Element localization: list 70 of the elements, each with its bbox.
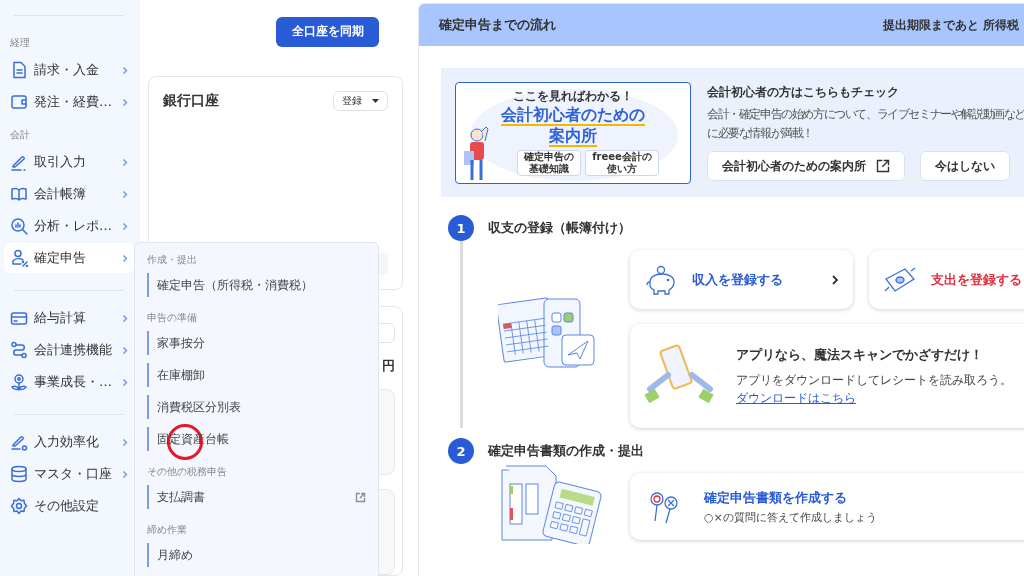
guide-banner-art[interactable]: ここを見ればわかる！ 会計初心者のための 案内所 確定申告の 基礎知識 freee会計の 使い方: [455, 82, 691, 184]
caret-down-icon: [372, 98, 379, 103]
register-dropdown[interactable]: 登録: [333, 90, 388, 111]
banner-description: 会計・確定申告の始め方について、ライブセミナーや解説動画など に必要な情報が満載！: [707, 106, 1024, 142]
sidebar-item[interactable]: 入力効率化: [4, 427, 134, 457]
step-number: 2: [448, 438, 474, 464]
sidebar-item[interactable]: マスタ・口座: [4, 459, 134, 489]
database-icon: [10, 465, 28, 483]
topic-chip: freee会計の 使い方: [585, 150, 659, 176]
unit-label: 円: [382, 357, 395, 375]
sidebar-item[interactable]: 確定申告: [4, 243, 134, 273]
tagline: ここを見ればわかる！: [513, 88, 633, 105]
section-label: 会計: [9, 128, 30, 142]
pins-icon: [648, 489, 680, 524]
group-label: 締め作業: [147, 523, 187, 537]
group-label: 申告の準備: [147, 311, 197, 325]
sync-button[interactable]: 全口座を同期: [276, 17, 379, 47]
action-card[interactable]: 支出を登録する: [869, 250, 1024, 309]
banner-title: 案内所: [549, 126, 597, 147]
dismiss-button[interactable]: 今はしない: [920, 151, 1010, 181]
download-link[interactable]: ダウンロードはこちら: [736, 389, 856, 407]
person-percent-icon: [10, 249, 28, 267]
topic-chip: 確定申告の 基礎知識: [517, 150, 582, 176]
piggy-bank-icon: [644, 264, 678, 295]
sidebar-item[interactable]: その他設定: [4, 491, 134, 521]
submenu-item[interactable]: 支払調書: [147, 485, 366, 509]
task-description: ○×の質問に答えて作成しましょう: [704, 509, 877, 525]
step-number: 1: [448, 215, 474, 241]
action-label: 収入を登録する: [692, 270, 784, 289]
submenu-item[interactable]: 確定申告（所得税・消費税）: [147, 273, 366, 297]
card-title: 銀行口座: [163, 91, 219, 110]
pen-icon: [10, 153, 28, 171]
panel-title: 確定申告までの流れ: [439, 16, 556, 34]
step-title: 収支の登録（帳簿付け）: [488, 219, 631, 237]
settings-icon: [10, 497, 28, 515]
section-label: 経理: [9, 36, 30, 50]
submenu-item[interactable]: 月締め: [147, 543, 366, 567]
book-icon: [10, 185, 28, 203]
analytics-search-icon: [10, 217, 28, 235]
sidebar-item[interactable]: 会計連携機能: [4, 335, 134, 365]
group-label: その他の税務申告: [147, 465, 227, 479]
submenu-item[interactable]: 家事按分: [147, 331, 366, 355]
connection-icon: [10, 341, 28, 359]
submenu-item[interactable]: 在庫棚卸: [147, 363, 366, 387]
task-title: 確定申告書類を作成する: [704, 488, 847, 507]
banner-heading: 会計初心者の方はこちらもチェック: [707, 84, 900, 101]
submenu-item[interactable]: 消費税区分別表: [147, 395, 366, 419]
wallet-icon: [10, 93, 28, 111]
action-card[interactable]: 収入を登録する: [630, 250, 853, 309]
banner-title: 会計初心者のための: [501, 105, 645, 126]
action-label: 支出を登録する: [931, 270, 1023, 289]
sidebar-item[interactable]: 事業成長・…: [4, 367, 134, 397]
sidebar-item[interactable]: 取引入力: [4, 147, 134, 177]
promo-description: アプリをダウンロードしてレシートを読み取ろう。: [736, 371, 1012, 389]
person-figure-drawing: [462, 127, 492, 183]
sidebar-item[interactable]: 分析・レポ…: [4, 211, 134, 241]
promo-title: アプリなら、魔法スキャンでかざすだけ！: [736, 345, 983, 364]
sidebar-item[interactable]: 会計帳簿: [4, 179, 134, 209]
step-title: 確定申告書類の作成・提出: [488, 442, 644, 460]
sidebar-item[interactable]: 給与計算: [4, 303, 134, 333]
deadline-text: 提出期限まであと 所得税: [882, 16, 1019, 34]
guide-link-button[interactable]: 会計初心者のための案内所: [707, 151, 905, 181]
pen-gear-icon: [10, 433, 28, 451]
flower-icon: [10, 373, 28, 391]
card-icon: [10, 309, 28, 327]
group-label: 作成・提出: [147, 253, 197, 267]
sidebar-item[interactable]: 請求・入金: [4, 55, 134, 85]
create-return-card[interactable]: 確定申告書類を作成する ○×の質問に答えて作成しましょう: [630, 473, 1024, 540]
document-icon: [10, 61, 28, 79]
sidebar-item[interactable]: 発注・経費…: [4, 87, 134, 117]
